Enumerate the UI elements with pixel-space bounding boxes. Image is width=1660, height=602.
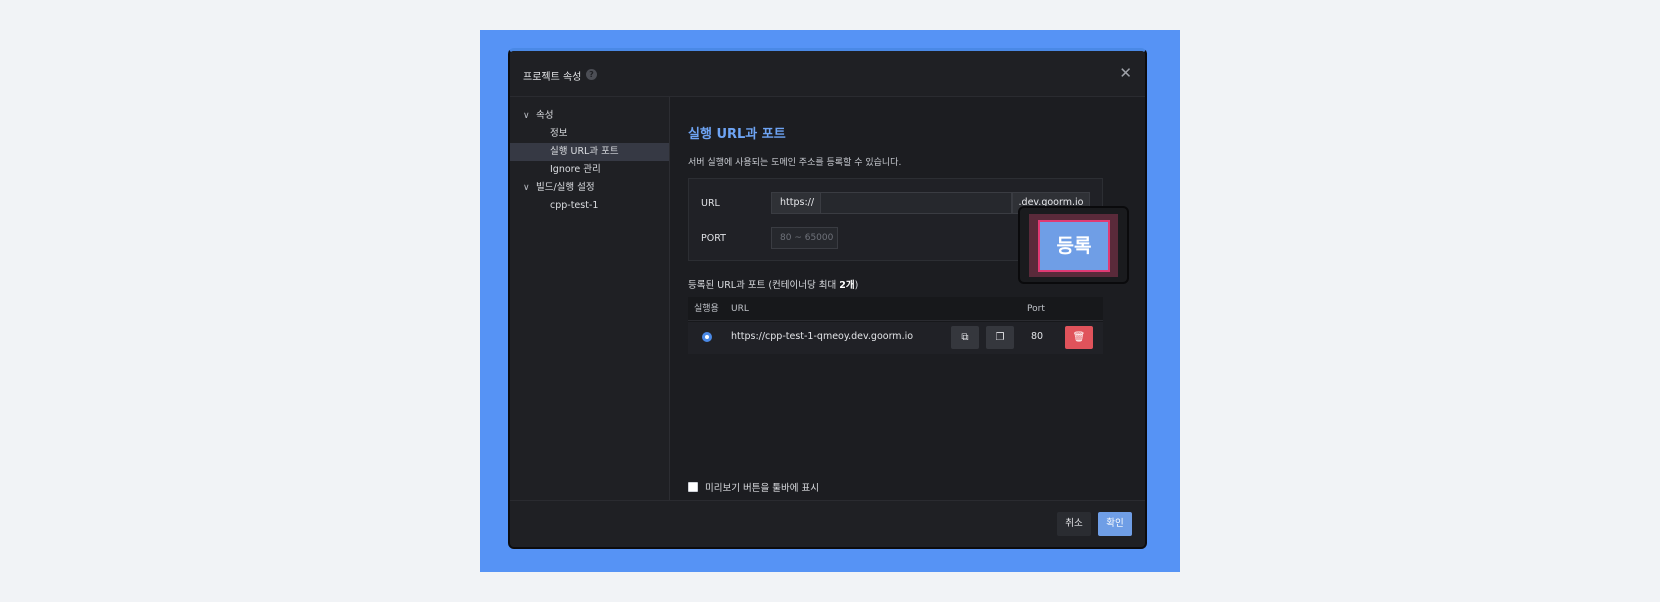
port-label: PORT <box>701 233 726 244</box>
help-icon[interactable]: ? <box>586 69 597 80</box>
copy-icon[interactable]: ❐ <box>986 326 1014 349</box>
sidebar-item-label: Ignore 관리 <box>550 164 601 175</box>
sidebar-item-label: 실행 URL과 포트 <box>550 146 619 157</box>
header-port: Port <box>1027 304 1045 314</box>
register-button-zoom-callout: 등록 <box>1018 206 1129 284</box>
registered-urls-title: 등록된 URL과 포트 (컨테이너당 최대 2개) <box>688 277 858 291</box>
sidebar-item-label: 정보 <box>550 128 568 139</box>
row-port: 80 <box>1031 331 1044 342</box>
sidebar-item-label: 빌드/실행 설정 <box>536 182 595 193</box>
sidebar-item-label: 속성 <box>536 110 554 121</box>
sidebar-group-build-run[interactable]: ∨ 빌드/실행 설정 <box>510 179 669 197</box>
port-input[interactable]: 80 ~ 65000 <box>771 227 838 249</box>
sidebar-group-properties[interactable]: ∨ 속성 <box>510 107 669 125</box>
page-description: 서버 실행에 사용되는 도메인 주소를 등록할 수 있습니다. <box>688 158 902 168</box>
registered-title-close: ) <box>854 280 859 291</box>
registered-title-text: 등록된 URL과 포트 (컨테이너당 최대 <box>688 280 840 291</box>
sidebar-item-cpp-test-1[interactable]: cpp-test-1 <box>510 197 669 215</box>
sidebar-item-label: cpp-test-1 <box>550 200 599 211</box>
project-properties-dialog: 프로젝트 속성 ? ✕ ∨ 속성 정보 실행 URL과 포트 Ignore 관리… <box>508 48 1147 549</box>
open-external-icon[interactable]: ⧉ <box>951 326 979 349</box>
settings-content: 실행 URL과 포트 서버 실행에 사용되는 도메인 주소를 등록할 수 있습니… <box>670 97 1145 500</box>
url-subdomain-input[interactable] <box>821 192 1012 214</box>
delete-icon[interactable]: 🗑 <box>1065 326 1093 349</box>
table-header: 실행용 URL Port <box>688 297 1103 321</box>
chevron-down-icon: ∨ <box>523 111 530 121</box>
show-preview-toolbar-checkbox[interactable] <box>688 482 698 492</box>
screenshot-backdrop: 프로젝트 속성 ? ✕ ∨ 속성 정보 실행 URL과 포트 Ignore 관리… <box>480 30 1180 572</box>
table-row: https://cpp-test-1-qmeoy.dev.goorm.io ⧉ … <box>688 322 1103 354</box>
dialog-footer: 취소 확인 <box>510 500 1145 547</box>
registered-title-max: 2개 <box>839 280 855 291</box>
sidebar-item-ignore[interactable]: Ignore 관리 <box>510 161 669 179</box>
row-url: https://cpp-test-1-qmeoy.dev.goorm.io <box>731 331 914 342</box>
dialog-header: 프로젝트 속성 ? ✕ <box>510 51 1145 97</box>
zoom-highlight-area: 등록 <box>1029 214 1118 277</box>
url-protocol-prefix: https:// <box>771 192 821 214</box>
sidebar-item-run-url-port[interactable]: 실행 URL과 포트 <box>510 143 669 161</box>
url-label: URL <box>701 198 720 209</box>
sidebar-item-info[interactable]: 정보 <box>510 125 669 143</box>
cancel-button[interactable]: 취소 <box>1057 512 1091 536</box>
register-button[interactable]: 등록 <box>1038 220 1110 272</box>
close-icon[interactable]: ✕ <box>1119 63 1132 83</box>
settings-sidebar: ∨ 속성 정보 실행 URL과 포트 Ignore 관리 ∨ 빌드/실행 설정 … <box>510 97 670 500</box>
page-title: 실행 URL과 포트 <box>688 127 786 142</box>
header-url: URL <box>731 304 749 314</box>
header-run: 실행용 <box>694 304 719 314</box>
ok-button[interactable]: 확인 <box>1098 512 1132 536</box>
run-radio[interactable] <box>702 332 712 342</box>
dialog-title: 프로젝트 속성 <box>523 72 582 83</box>
registered-urls-table: 실행용 URL Port https://cpp-test-1-qmeoy.de… <box>688 297 1103 354</box>
chevron-down-icon: ∨ <box>523 183 530 193</box>
show-preview-toolbar-label: 미리보기 버튼을 툴바에 표시 <box>705 483 819 494</box>
